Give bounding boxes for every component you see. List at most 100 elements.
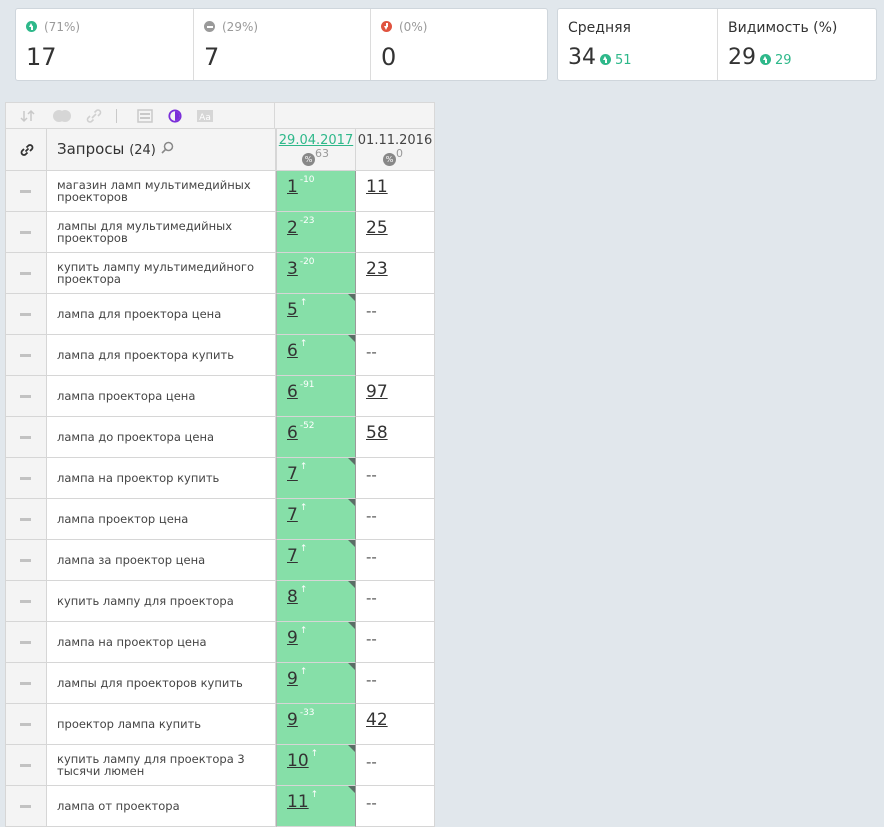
stat-down[interactable]: (0%) 0 (370, 9, 547, 80)
position-link[interactable]: 6 ↑ (287, 339, 307, 361)
positions-table: Aa Запросы (24) 29.04.2017 % 63 01.11.20… (5, 102, 435, 827)
search-icon[interactable] (161, 141, 174, 154)
row-link-cell[interactable] (5, 745, 47, 786)
position-cell-previous[interactable]: -- (356, 458, 435, 499)
new-marker-icon (348, 786, 355, 793)
previous-position[interactable]: 58 (366, 423, 388, 443)
position-cell-previous[interactable]: -- (356, 663, 435, 704)
row-link-cell[interactable] (5, 663, 47, 704)
position-cell-current[interactable]: 9 ↑ (276, 663, 356, 704)
position-cell-current[interactable]: 5 ↑ (276, 294, 356, 335)
svg-text:Aa: Aa (199, 113, 211, 123)
row-link-cell[interactable] (5, 417, 47, 458)
position-link[interactable]: 7 ↑ (287, 462, 307, 484)
position-cell-previous[interactable]: -- (356, 499, 435, 540)
new-marker-icon (348, 294, 355, 301)
position-cell-current[interactable]: 3 -20 (276, 253, 356, 294)
position-cell-current[interactable]: 2 -23 (276, 212, 356, 253)
previous-position: -- (366, 507, 377, 525)
position-cell-previous[interactable]: -- (356, 786, 435, 827)
position-link[interactable]: 1 -10 (287, 175, 315, 197)
position-link[interactable]: 8 ↑ (287, 585, 307, 607)
position-link[interactable]: 2 -23 (287, 216, 315, 238)
position-cell-previous[interactable]: -- (356, 335, 435, 376)
position-cell-current[interactable]: 7 ↑ (276, 458, 356, 499)
arrow-up-circle-icon (760, 54, 771, 65)
previous-position[interactable]: 42 (366, 710, 388, 730)
text-format-icon[interactable]: Aa (196, 109, 214, 123)
position-cell-previous[interactable]: 25 (356, 212, 435, 253)
sort-icon[interactable] (20, 109, 36, 123)
row-link-cell[interactable] (5, 499, 47, 540)
stat-neutral[interactable]: (29%) 7 (193, 9, 370, 80)
position-cell-current[interactable]: 9 ↑ (276, 622, 356, 663)
link-column-header[interactable] (5, 129, 47, 171)
date-column-header-previous[interactable]: 01.11.2016 % 0 (356, 129, 435, 171)
row-link-cell[interactable] (5, 335, 47, 376)
position-link[interactable]: 9 ↑ (287, 667, 307, 689)
position-cell-previous[interactable]: -- (356, 540, 435, 581)
toolbar-divider (116, 109, 117, 123)
position-cell-previous[interactable]: 42 (356, 704, 435, 745)
keyword-text: купить лампу мультимедийного проектора (57, 260, 254, 286)
position-link[interactable]: 6 -91 (287, 380, 315, 402)
position-cell-previous[interactable]: 97 (356, 376, 435, 417)
position-cell-current[interactable]: 6 -91 (276, 376, 356, 417)
toggle-icon[interactable] (52, 109, 72, 123)
position-cell-previous[interactable]: 58 (356, 417, 435, 458)
position-link[interactable]: 9 ↑ (287, 626, 307, 648)
position-link[interactable]: 5 ↑ (287, 298, 307, 320)
position-cell-previous[interactable]: 23 (356, 253, 435, 294)
position-cell-previous[interactable]: 11 (356, 171, 435, 212)
position-cell-current[interactable]: 9 -33 (276, 704, 356, 745)
row-link-cell[interactable] (5, 786, 47, 827)
link-icon[interactable] (86, 109, 102, 123)
position-cell-current[interactable]: 1 -10 (276, 171, 356, 212)
position-cell-previous[interactable]: -- (356, 622, 435, 663)
previous-position[interactable]: 97 (366, 382, 388, 402)
row-link-cell[interactable] (5, 294, 47, 335)
position-cell-current[interactable]: 6 ↑ (276, 335, 356, 376)
position-change: -33 (299, 708, 315, 718)
no-link-icon (20, 231, 31, 234)
table-row: купить лампу для проектора 8 ↑ -- (5, 581, 435, 622)
position-cell-current[interactable]: 7 ↑ (276, 499, 356, 540)
position-cell-previous[interactable]: -- (356, 581, 435, 622)
position-cell-previous[interactable]: -- (356, 745, 435, 786)
position-link[interactable]: 7 ↑ (287, 503, 307, 525)
previous-position: -- (366, 548, 377, 566)
position-cell-current[interactable]: 6 -52 (276, 417, 356, 458)
position-link[interactable]: 7 ↑ (287, 544, 307, 566)
columns-icon[interactable] (137, 109, 153, 123)
position-link[interactable]: 3 -20 (287, 257, 315, 279)
position-link[interactable]: 10 ↑ (287, 749, 318, 771)
row-link-cell[interactable] (5, 581, 47, 622)
previous-position[interactable]: 23 (366, 259, 388, 279)
stat-up[interactable]: (71%) 17 (16, 9, 193, 80)
previous-position[interactable]: 11 (366, 177, 388, 197)
row-link-cell[interactable] (5, 253, 47, 294)
row-link-cell[interactable] (5, 622, 47, 663)
date-column-header-current[interactable]: 29.04.2017 % 63 (276, 129, 356, 171)
row-link-cell[interactable] (5, 704, 47, 745)
position-cell-current[interactable]: 11 ↑ (276, 786, 356, 827)
previous-position[interactable]: 25 (366, 218, 388, 238)
position-link[interactable]: 6 -52 (287, 421, 315, 443)
row-link-cell[interactable] (5, 540, 47, 581)
contrast-icon[interactable] (167, 109, 183, 123)
position-link[interactable]: 9 -33 (287, 708, 315, 730)
row-link-cell[interactable] (5, 171, 47, 212)
row-link-cell[interactable] (5, 376, 47, 417)
position-cell-previous[interactable]: -- (356, 294, 435, 335)
no-link-icon (20, 477, 31, 480)
position-cell-current[interactable]: 8 ↑ (276, 581, 356, 622)
row-link-cell[interactable] (5, 212, 47, 253)
position-change-panel: (71%) 17 (29%) 7 (0%) 0 (15, 8, 548, 81)
date-previous[interactable]: 01.11.2016 (356, 133, 434, 148)
row-link-cell[interactable] (5, 458, 47, 499)
table-row: магазин ламп мультимедийных проекторов 1-… (5, 171, 435, 212)
date-current[interactable]: 29.04.2017 (277, 133, 355, 148)
position-cell-current[interactable]: 10 ↑ (276, 745, 356, 786)
position-link[interactable]: 11 ↑ (287, 790, 318, 812)
position-cell-current[interactable]: 7 ↑ (276, 540, 356, 581)
